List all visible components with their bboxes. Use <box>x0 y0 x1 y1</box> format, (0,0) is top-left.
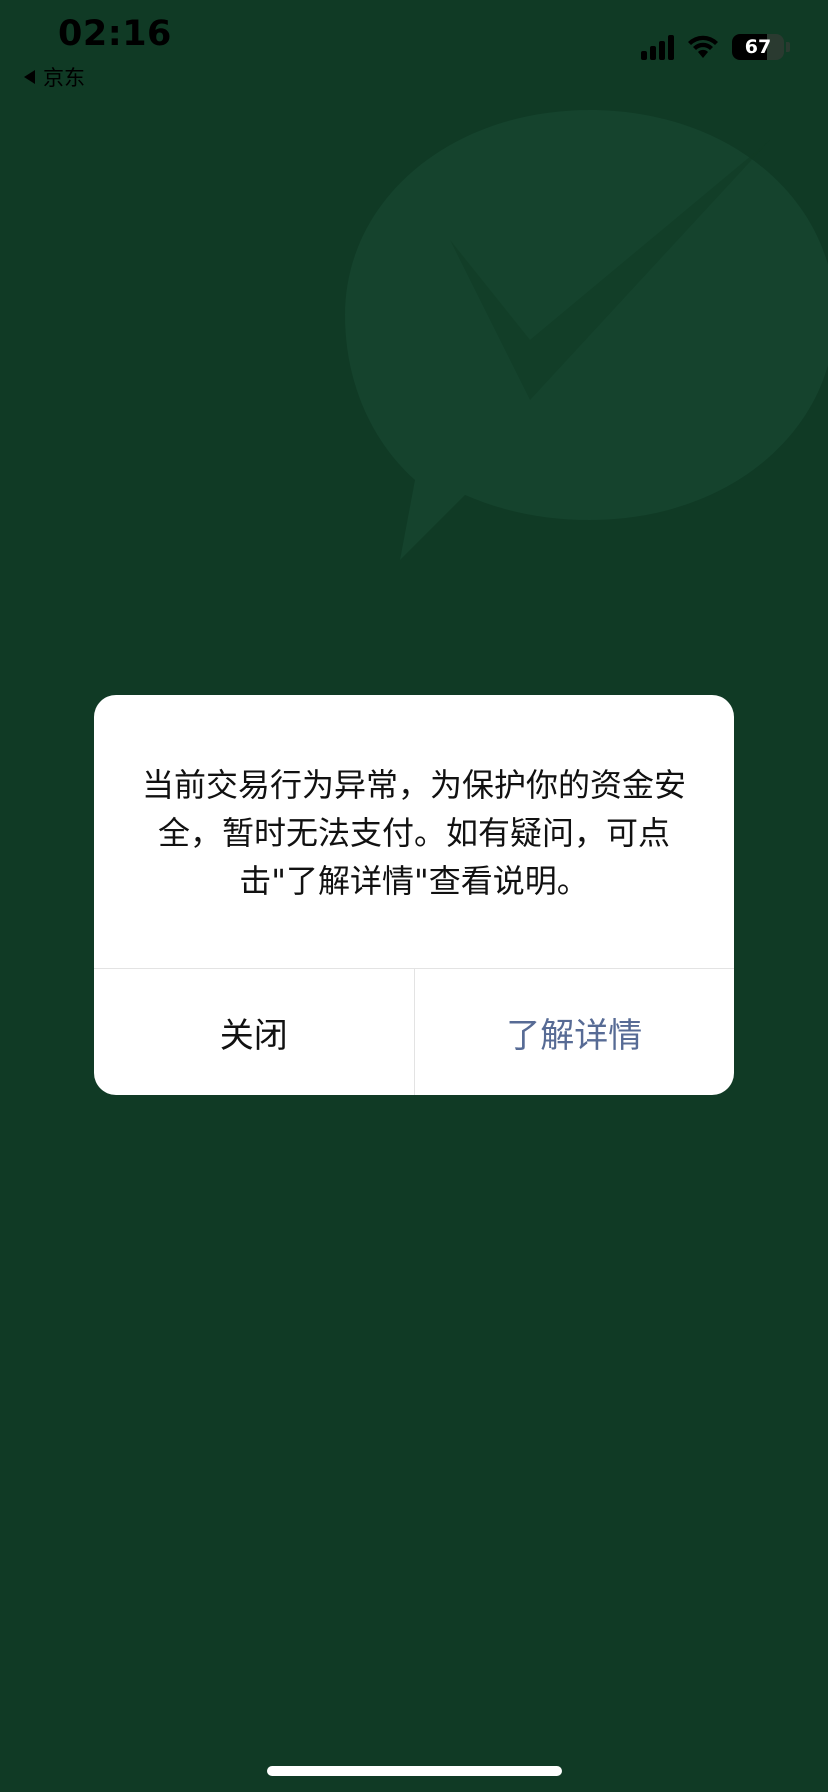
payment-blocked-dialog: 当前交易行为异常，为保护你的资金安全，暂时无法支付。如有疑问，可点击"了解详情"… <box>94 695 734 1095</box>
status-time: 02:16 <box>58 14 172 54</box>
status-indicators: 67 <box>641 34 790 60</box>
home-indicator[interactable] <box>267 1766 562 1776</box>
dialog-message: 当前交易行为异常，为保护你的资金安全，暂时无法支付。如有疑问，可点击"了解详情"… <box>141 766 686 900</box>
close-button[interactable]: 关闭 <box>94 969 415 1095</box>
battery-icon: 67 <box>732 34 784 60</box>
wifi-icon <box>688 35 718 58</box>
back-app-label: 京东 <box>43 66 85 90</box>
dialog-actions: 关闭 了解详情 <box>94 968 734 1095</box>
battery-percent: 67 <box>744 36 772 58</box>
battery-tip <box>786 42 790 52</box>
back-to-app-link[interactable]: 京东 <box>24 62 85 92</box>
learn-details-button[interactable]: 了解详情 <box>415 969 735 1095</box>
signal-icon <box>641 34 674 60</box>
wechat-pay-watermark-icon <box>345 110 828 560</box>
back-triangle-icon <box>24 70 35 84</box>
